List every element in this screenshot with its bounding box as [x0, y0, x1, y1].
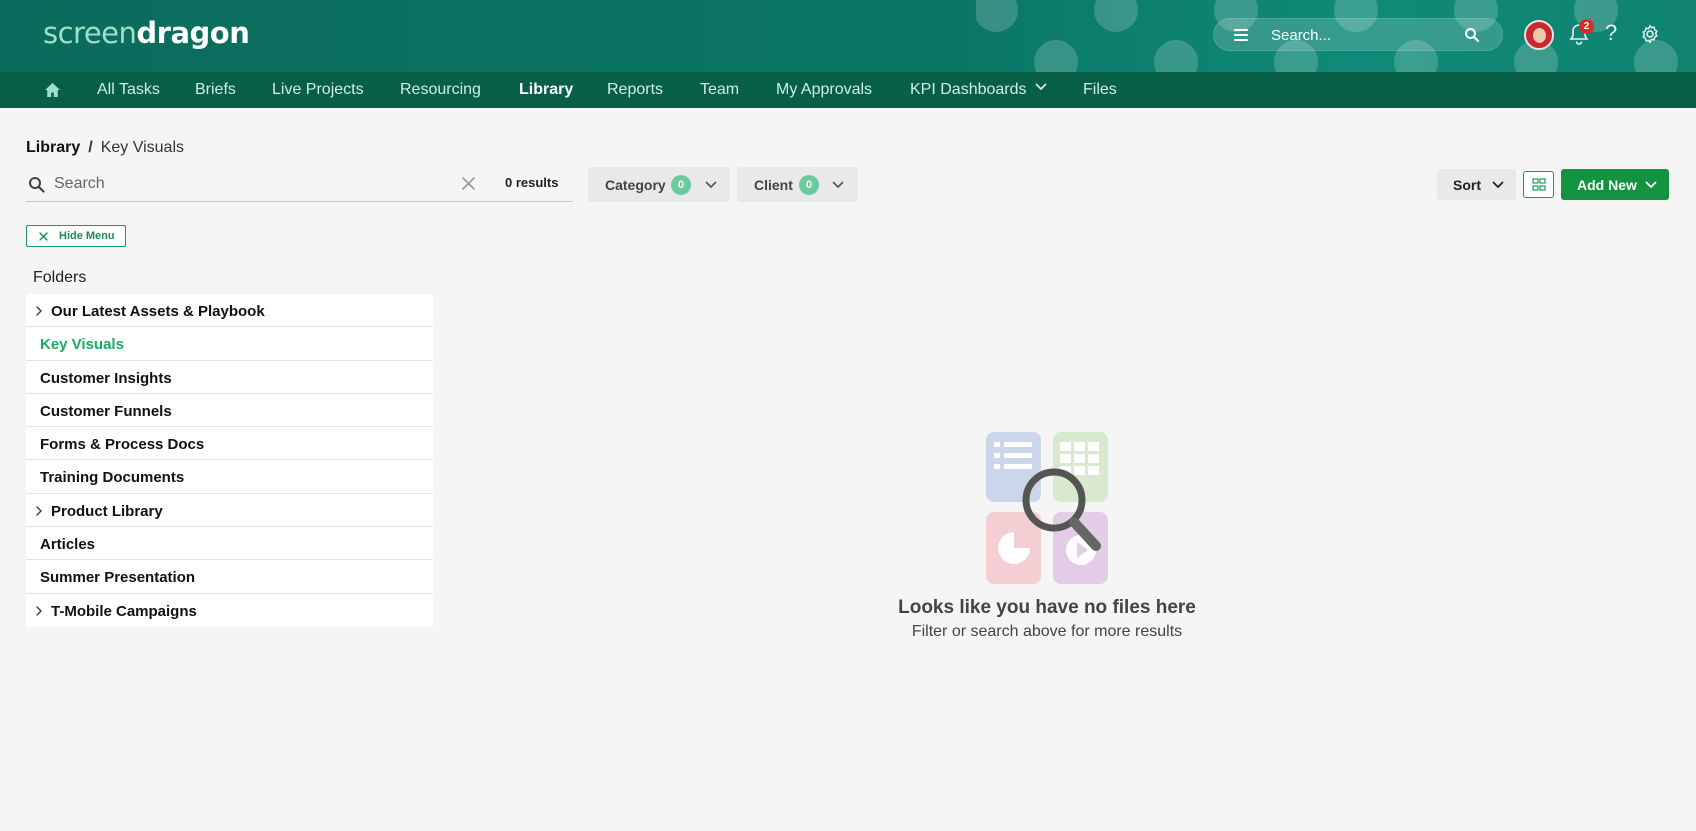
nav-all-tasks[interactable]: All Tasks: [97, 81, 160, 99]
folder-item-label[interactable]: Our Latest Assets & Playbook: [51, 303, 265, 320]
folder-item-label[interactable]: Customer Insights: [40, 370, 172, 387]
folder-item[interactable]: Customer Insights: [26, 361, 433, 394]
library-search: 0 results: [26, 167, 573, 202]
folder-item-label[interactable]: Product Library: [51, 503, 163, 520]
folder-item[interactable]: Product Library: [26, 494, 433, 528]
folder-item-label[interactable]: Key Visuals: [40, 336, 124, 353]
folder-item-label[interactable]: Customer Funnels: [40, 403, 172, 420]
nav-kpi-dashboards[interactable]: KPI Dashboards: [910, 81, 1027, 99]
global-search-placeholder[interactable]: Search...: [1271, 27, 1331, 44]
folder-item-label[interactable]: Training Documents: [40, 469, 184, 486]
top-header: screendragon Search... 2 ?: [0, 0, 1696, 72]
category-filter-label: Category: [605, 177, 666, 193]
client-count-badge: 0: [799, 175, 819, 195]
folder-item[interactable]: Key Visuals: [26, 327, 433, 361]
grid-icon: [1532, 178, 1546, 191]
menu-icon[interactable]: [1234, 29, 1248, 41]
app-logo[interactable]: screendragon: [43, 16, 250, 50]
gear-icon[interactable]: [1640, 24, 1660, 44]
library-search-input[interactable]: [54, 173, 444, 195]
folder-item[interactable]: T-Mobile Campaigns: [26, 594, 433, 627]
home-icon[interactable]: [44, 82, 61, 98]
nav-resourcing[interactable]: Resourcing: [400, 81, 481, 99]
close-icon: [39, 232, 48, 241]
chevron-down-icon: [832, 181, 844, 188]
add-new-label: Add New: [1577, 177, 1637, 193]
category-filter[interactable]: Category 0: [588, 167, 730, 202]
empty-state-subtitle: Filter or search above for more results: [911, 623, 1183, 640]
results-count: 0 results: [505, 175, 559, 190]
nav-team[interactable]: Team: [700, 81, 739, 99]
category-count-badge: 0: [671, 175, 691, 195]
notification-badge: 2: [1579, 19, 1594, 34]
breadcrumb: Library / Key Visuals: [26, 139, 184, 157]
empty-state-title: Looks like you have no files here: [898, 597, 1196, 618]
search-icon: [29, 177, 45, 193]
global-search[interactable]: Search...: [1213, 18, 1503, 51]
nav-library[interactable]: Library: [519, 81, 573, 99]
chevron-down-icon: [1492, 181, 1504, 188]
chevron-down-icon[interactable]: [1035, 83, 1047, 91]
grid-view-button[interactable]: [1523, 171, 1554, 198]
folder-item-label[interactable]: Articles: [40, 536, 95, 553]
search-icon[interactable]: [1464, 27, 1480, 43]
chevron-down-icon: [1645, 181, 1657, 188]
folder-item[interactable]: Summer Presentation: [26, 560, 433, 594]
folder-item[interactable]: Training Documents: [26, 460, 433, 494]
folder-item-label[interactable]: T-Mobile Campaigns: [51, 603, 197, 620]
client-filter[interactable]: Client 0: [737, 167, 858, 202]
folder-item-label[interactable]: Forms & Process Docs: [40, 436, 204, 453]
nav-my-approvals[interactable]: My Approvals: [776, 81, 872, 99]
breadcrumb-separator: /: [88, 139, 93, 156]
folder-item[interactable]: Our Latest Assets & Playbook: [26, 294, 433, 328]
user-avatar[interactable]: [1524, 20, 1554, 50]
nav-files[interactable]: Files: [1083, 81, 1117, 99]
folder-item[interactable]: Articles: [26, 527, 433, 561]
chevron-right-icon[interactable]: [36, 606, 42, 616]
breadcrumb-current: Key Visuals: [100, 139, 185, 156]
empty-files-icon: [986, 432, 1108, 584]
client-filter-label: Client: [754, 177, 793, 193]
sort-label: Sort: [1453, 177, 1481, 193]
main-nav: All Tasks Briefs Live Projects Resourcin…: [0, 72, 1696, 108]
logo-part1: screen: [43, 16, 137, 50]
hide-menu-label: Hide Menu: [59, 230, 115, 242]
clear-icon[interactable]: [461, 176, 476, 191]
add-new-button[interactable]: Add New: [1561, 169, 1669, 200]
sort-button[interactable]: Sort: [1437, 169, 1516, 200]
folder-list: Our Latest Assets & Playbook Key Visuals…: [26, 294, 433, 627]
folder-item[interactable]: Forms & Process Docs: [26, 427, 433, 461]
chevron-down-icon: [705, 181, 717, 188]
breadcrumb-root[interactable]: Library: [26, 139, 80, 156]
logo-part2: dragon: [136, 16, 250, 50]
help-icon[interactable]: ?: [1605, 20, 1617, 46]
hide-menu-button[interactable]: Hide Menu: [26, 225, 126, 247]
folders-heading: Folders: [33, 269, 87, 286]
nav-live-projects[interactable]: Live Projects: [272, 81, 364, 99]
chevron-right-icon[interactable]: [36, 506, 42, 516]
folder-item-label[interactable]: Summer Presentation: [40, 569, 195, 586]
chevron-right-icon[interactable]: [36, 306, 42, 316]
nav-reports[interactable]: Reports: [607, 81, 663, 99]
nav-briefs[interactable]: Briefs: [195, 81, 236, 99]
folder-item[interactable]: Customer Funnels: [26, 394, 433, 428]
